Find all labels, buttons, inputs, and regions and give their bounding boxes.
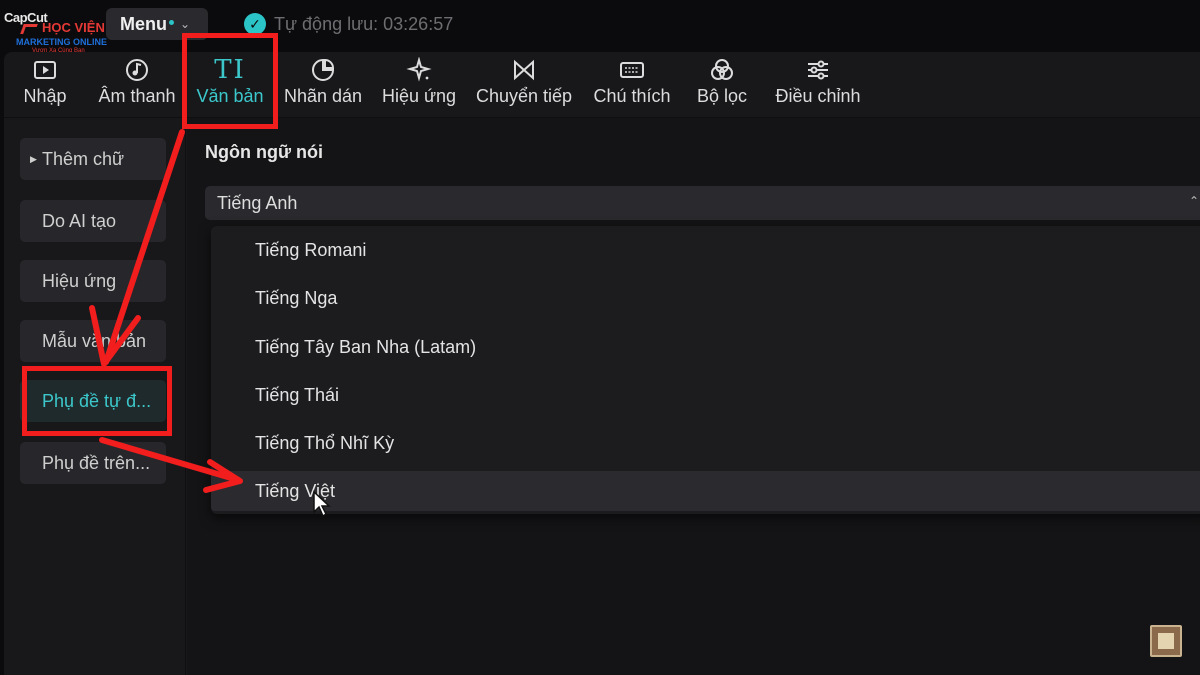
language-dropdown: Tiếng Romani Tiếng Nga Tiếng Tây Ban Nha… xyxy=(211,226,1200,514)
sidebar-item-effects[interactable]: Hiệu ứng xyxy=(20,260,166,302)
chevron-up-icon: ⌃ xyxy=(1188,194,1199,208)
language-select[interactable]: Tiếng Anh ⌃ xyxy=(205,186,1200,220)
sidebar-item-text-templates[interactable]: Mẫu văn bản xyxy=(20,320,166,362)
tab-transition-label: Chuyển tiếp xyxy=(475,86,573,106)
tab-adjust[interactable]: Điều chỉnh xyxy=(770,56,866,116)
media-panel: Nhập Âm thanh TI Văn bản Nhãn dán Hiệu ứ… xyxy=(4,52,1200,675)
language-option-label: Tiếng Tây Ban Nha (Latam) xyxy=(255,336,477,357)
language-option[interactable]: Tiếng Tây Ban Nha (Latam) xyxy=(211,327,1200,367)
tab-filter[interactable]: Bộ lọc xyxy=(694,56,750,116)
sidebar-item-label: Mẫu văn bản xyxy=(42,330,147,351)
tab-sticker-label: Nhãn dán xyxy=(283,86,363,106)
logo-org-line1: HỌC VIỆN xyxy=(42,20,105,35)
language-option-label: Tiếng Nga xyxy=(255,287,338,308)
spoken-language-title: Ngôn ngữ nói xyxy=(205,142,324,162)
transition-icon xyxy=(509,56,539,84)
music-icon xyxy=(122,56,152,84)
sidebar-item-label: Phụ đề trên... xyxy=(42,452,151,473)
tab-audio[interactable]: Âm thanh xyxy=(94,56,180,116)
sidebar-item-label: Hiệu ứng xyxy=(42,270,117,291)
language-option[interactable]: Tiếng Romani xyxy=(211,230,1200,270)
chevron-down-icon: ⌄ xyxy=(180,17,191,31)
auto-captions-panel: Ngôn ngữ nói Tiếng Anh ⌃ Tiếng Romani Ti… xyxy=(187,118,1200,675)
sidebar-item-label: Do AI tạo xyxy=(42,210,117,231)
tab-effects-label: Hiệu ứng xyxy=(381,86,457,106)
video-icon xyxy=(30,56,60,84)
logo-mark-icon xyxy=(20,24,38,34)
sidebar-item-add-text[interactable]: ▶ Thêm chữ xyxy=(20,138,166,180)
notification-dot-icon xyxy=(169,19,174,25)
sticker-icon xyxy=(308,56,338,84)
sparkle-icon xyxy=(404,56,434,84)
menu-label: Menu xyxy=(120,13,167,34)
language-option-label: Tiếng Thái xyxy=(255,384,340,405)
tab-effects[interactable]: Hiệu ứng xyxy=(378,56,460,116)
language-option-vietnamese[interactable]: Tiếng Việt xyxy=(211,471,1200,511)
annotation-box-auto-captions xyxy=(22,366,172,436)
caret-right-icon: ▶ xyxy=(30,153,37,164)
caption-icon xyxy=(617,56,647,84)
tab-import[interactable]: Nhập xyxy=(20,56,70,116)
adjust-icon xyxy=(803,56,833,84)
logo-org-line2: MARKETING ONLINE xyxy=(16,37,107,47)
watermark-logo: CapCut HỌC VIỆN MARKETING ONLINE Vươn Xa… xyxy=(4,6,116,54)
title-bar: CapCut HỌC VIỆN MARKETING ONLINE Vươn Xa… xyxy=(0,0,1200,54)
mouse-cursor-icon xyxy=(313,490,331,518)
language-option-label: Tiếng Romani xyxy=(255,239,367,260)
sidebar-item-lyrics-captions[interactable]: Phụ đề trên... xyxy=(20,442,166,484)
check-circle-icon: ✓ xyxy=(244,13,266,35)
tab-adjust-label: Điều chỉnh xyxy=(775,86,861,106)
tab-import-label: Nhập xyxy=(23,86,67,106)
sidebar-item-label: Thêm chữ xyxy=(42,148,125,169)
autosave-status: ✓ Tự động lưu: 03:26:57 xyxy=(244,13,453,35)
capcut-logo: CapCut xyxy=(4,10,48,25)
film-icon xyxy=(1150,625,1182,657)
language-select-value: Tiếng Anh xyxy=(217,192,298,213)
autosave-text: Tự động lưu: 03:26:57 xyxy=(274,13,454,34)
tab-sticker[interactable]: Nhãn dán xyxy=(280,56,366,116)
language-option[interactable]: Tiếng Thổ Nhĩ Kỳ xyxy=(211,423,1200,463)
tab-audio-label: Âm thanh xyxy=(98,86,176,106)
tab-caption[interactable]: Chú thích xyxy=(590,56,674,116)
language-option-label: Tiếng Thổ Nhĩ Kỳ xyxy=(255,432,395,453)
language-option[interactable]: Tiếng Thái xyxy=(211,375,1200,415)
filter-icon xyxy=(707,56,737,84)
tab-transition[interactable]: Chuyển tiếp xyxy=(472,56,576,116)
tab-filter-label: Bộ lọc xyxy=(696,86,748,106)
language-option[interactable]: Tiếng Nga xyxy=(211,278,1200,318)
tab-caption-label: Chú thích xyxy=(593,86,671,106)
sidebar-item-ai-generated[interactable]: Do AI tạo xyxy=(20,200,166,242)
annotation-box-text-tab xyxy=(182,33,278,129)
